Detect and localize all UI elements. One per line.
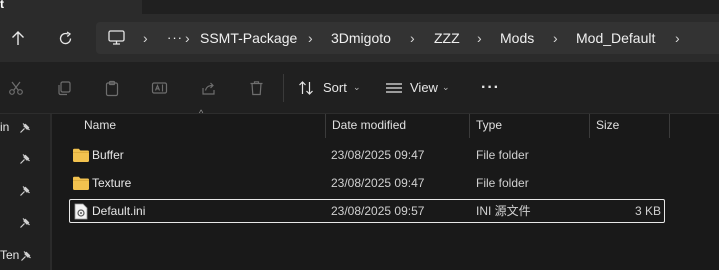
title-bar: t: [0, 0, 719, 14]
pin-icon[interactable]: [19, 217, 31, 229]
chevron-down-icon: ⌄: [442, 82, 450, 92]
chevron-down-icon: ⌄: [353, 82, 361, 92]
chevron-right-icon[interactable]: ›: [308, 22, 313, 54]
file-row-selected[interactable]: Default.ini 23/08/2025 09:57 INI 源文件 3 K…: [69, 199, 665, 223]
pin-icon[interactable]: [19, 122, 31, 134]
folder-icon: [73, 148, 89, 162]
breadcrumb-ssmt-package[interactable]: SSMT-Package: [200, 22, 297, 54]
rename-icon: [151, 82, 167, 94]
paste-button[interactable]: [101, 77, 123, 99]
sort-ascending-icon: ^: [199, 108, 204, 118]
chevron-right-icon[interactable]: ›: [410, 22, 415, 54]
chevron-right-icon[interactable]: ›: [477, 22, 482, 54]
nav-item-label[interactable]: in: [0, 120, 9, 134]
file-name: Buffer: [92, 148, 124, 162]
column-divider[interactable]: [325, 114, 326, 138]
pin-icon[interactable]: [19, 153, 31, 165]
navigation-pane: in Ten: [0, 114, 50, 270]
more-icon: ···: [481, 79, 500, 96]
column-divider[interactable]: [669, 114, 670, 138]
up-button[interactable]: [6, 26, 30, 50]
breadcrumb-zzz[interactable]: ZZZ: [434, 22, 460, 54]
chevron-right-icon[interactable]: ›: [553, 22, 558, 54]
file-name: Texture: [92, 176, 132, 190]
refresh-icon: [59, 30, 71, 44]
delete-button[interactable]: [245, 77, 267, 99]
monitor-icon: [108, 30, 125, 45]
column-divider[interactable]: [469, 114, 470, 138]
ini-file-icon: [74, 203, 88, 220]
arrow-up-icon: [12, 31, 24, 45]
file-name: Default.ini: [92, 204, 146, 218]
scissors-icon: [9, 81, 23, 95]
column-header-name[interactable]: Name: [84, 114, 116, 138]
column-header-date[interactable]: Date modified: [332, 114, 406, 138]
tab-strip: [142, 0, 719, 14]
cut-button[interactable]: [5, 77, 27, 99]
chevron-right-icon[interactable]: ›: [675, 22, 680, 54]
view-button[interactable]: View ⌄: [380, 62, 460, 114]
folder-icon: [73, 176, 89, 190]
address-row: › ··· › SSMT-Package › 3Dmigoto › ZZZ › …: [0, 14, 719, 62]
file-list: ^ Name Date modified Type Size Buffer 23…: [52, 108, 719, 270]
more-options-button[interactable]: ···: [473, 62, 509, 114]
file-type: File folder: [476, 176, 529, 190]
copy-button[interactable]: [53, 77, 75, 99]
column-header-size[interactable]: Size: [596, 114, 619, 138]
window-tab[interactable]: t: [0, 0, 142, 14]
command-bar: Sort ⌄ View ⌄ ···: [0, 62, 719, 114]
file-type: INI 源文件: [476, 204, 531, 218]
breadcrumb-3dmigoto[interactable]: 3Dmigoto: [331, 22, 391, 54]
breadcrumb-mod-default[interactable]: Mod_Default: [576, 22, 655, 54]
window-tab-label: t: [0, 0, 4, 11]
nav-item-label[interactable]: Ten: [0, 248, 19, 262]
pin-icon[interactable]: [20, 250, 32, 262]
sort-icon: [299, 81, 313, 95]
file-size: 3 KB: [634, 204, 661, 218]
column-header-type[interactable]: Type: [476, 114, 502, 138]
chevron-right-icon[interactable]: ›: [143, 22, 148, 54]
sort-label: Sort: [323, 80, 347, 95]
view-list-icon: [386, 83, 402, 93]
chevron-right-icon[interactable]: ›: [185, 22, 190, 54]
trash-icon: [250, 81, 262, 96]
file-type: File folder: [476, 148, 529, 162]
clipboard-icon: [105, 80, 119, 96]
view-label: View: [410, 80, 438, 95]
breadcrumb-overflow[interactable]: ···: [167, 22, 183, 54]
share-button[interactable]: [197, 77, 219, 99]
file-row[interactable]: Buffer 23/08/2025 09:47 File folder: [69, 143, 665, 167]
copy-icon: [58, 81, 71, 96]
address-bar[interactable]: › ··· › SSMT-Package › 3Dmigoto › ZZZ › …: [96, 22, 719, 54]
file-date: 23/08/2025 09:57: [331, 204, 425, 218]
pin-icon[interactable]: [19, 185, 31, 197]
column-divider[interactable]: [589, 114, 590, 138]
file-row[interactable]: Texture 23/08/2025 09:47 File folder: [69, 171, 665, 195]
rename-button[interactable]: [148, 77, 170, 99]
refresh-button[interactable]: [53, 26, 77, 50]
toolbar-divider: [283, 74, 284, 102]
file-date: 23/08/2025 09:47: [331, 176, 425, 190]
share-icon: [201, 82, 215, 95]
file-date: 23/08/2025 09:47: [331, 148, 425, 162]
breadcrumb-mods[interactable]: Mods: [500, 22, 534, 54]
sort-button[interactable]: Sort ⌄: [293, 62, 373, 114]
